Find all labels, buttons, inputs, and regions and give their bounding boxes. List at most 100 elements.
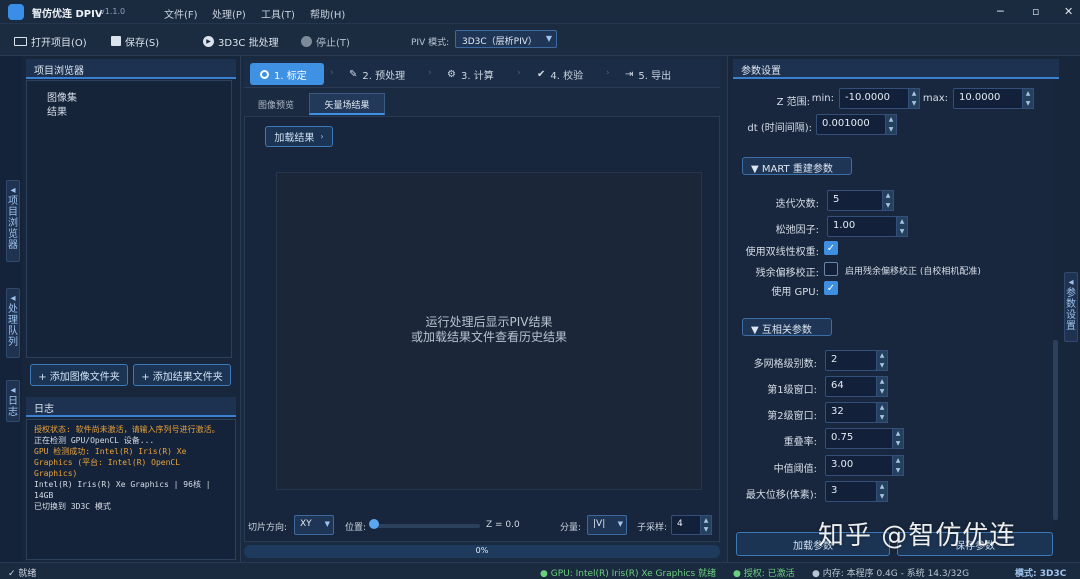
relaxation-label: 松弛因子: — [775, 225, 819, 236]
z-min-label: min: — [811, 93, 834, 104]
window2-label: 第2级窗口: — [767, 411, 817, 422]
iterations-spinner[interactable]: ▲ ▼ — [882, 190, 894, 211]
tab-project-browser[interactable]: ◂ 项目浏览器 — [6, 180, 20, 262]
stop-label: 停止(T) — [316, 37, 350, 49]
max-displacement-spinner[interactable]: ▲ ▼ — [876, 481, 888, 502]
subsample-spinner[interactable]: ▲ ▼ — [700, 515, 712, 535]
grid-levels-input[interactable]: 2 — [825, 350, 877, 371]
z-max-input[interactable]: 10.0000 — [953, 88, 1023, 109]
component-select[interactable]: |V| ▼ — [587, 515, 627, 535]
project-browser-title: 项目浏览器 — [26, 59, 236, 79]
dt-spinner[interactable]: ▲ ▼ — [885, 114, 897, 135]
gpu-checkbox[interactable]: ✓ — [824, 281, 838, 295]
log-line: Intel(R) Iris(R) Xe Graphics | 96核 | 14G… — [34, 480, 211, 500]
overlap-input[interactable]: 0.75 — [825, 428, 893, 449]
grid-levels-spinner[interactable]: ▲ ▼ — [876, 350, 888, 371]
z-min-input[interactable]: -10.0000 — [839, 88, 909, 109]
slice-direction-value: XY — [300, 519, 312, 529]
params-scrollbar[interactable] — [1053, 340, 1058, 520]
step-chevron-3: › — [517, 68, 521, 78]
step-export[interactable]: ⇥ 5. 导出 — [625, 64, 671, 84]
menu-help[interactable]: 帮助(H) — [310, 6, 345, 21]
save-label: 保存(S) — [125, 37, 160, 49]
placeholder-line-2: 或加载结果文件查看历史结果 — [410, 330, 567, 344]
tab-vector-results[interactable]: 矢量场结果 — [309, 93, 385, 115]
window2-spinner[interactable]: ▲ ▼ — [876, 402, 888, 423]
correlation-group-header[interactable]: ▼ 互相关参数 — [742, 318, 832, 336]
step-chevron-4: › — [606, 68, 610, 78]
median-threshold-input[interactable]: 3.00 — [825, 455, 893, 476]
add-result-folder-button[interactable]: + 添加结果文件夹 — [133, 364, 231, 386]
iterations-label: 迭代次数: — [775, 199, 819, 210]
load-result-button[interactable]: 加载结果 › — [265, 126, 333, 147]
app-title: 智仿优连 DPIV — [32, 9, 103, 20]
tab-image-preview[interactable]: 图像预览 — [246, 93, 306, 115]
tab-parameters[interactable]: ◂ 参数设置 — [1064, 272, 1078, 342]
median-threshold-spinner[interactable]: ▲ ▼ — [892, 455, 904, 476]
window1-input[interactable]: 64 — [825, 376, 877, 397]
step-validate[interactable]: ✔ 4. 校验 — [537, 64, 583, 84]
relaxation-spinner[interactable]: ▲ ▼ — [896, 216, 908, 237]
window1-spinner[interactable]: ▲ ▼ — [876, 376, 888, 397]
tab-log[interactable]: ◂ 日志 — [6, 380, 20, 422]
step-compute[interactable]: ⚙ 3. 计算 — [447, 64, 494, 84]
tree-item-results[interactable]: 结果 — [47, 103, 67, 118]
residual-label: 残余偏移校正: — [755, 268, 819, 279]
save-icon — [111, 36, 121, 46]
progress-text: 0% — [475, 546, 489, 555]
window2-input[interactable]: 32 — [825, 402, 877, 423]
minimize-button[interactable]: ─ — [997, 5, 1004, 18]
z-value: Z = 0.0 — [486, 520, 520, 530]
component-label: 分量: — [560, 523, 582, 533]
slice-direction-select[interactable]: XY ▼ — [294, 515, 334, 535]
tree-item-images[interactable]: 图像集 — [47, 89, 77, 104]
chevron-down-icon: ▼ — [324, 520, 330, 528]
piv-mode-select[interactable]: 3D3C（层析PIV） ▼ — [455, 30, 557, 48]
step-compute-label: 3. 计算 — [460, 70, 494, 82]
step-chevron-1: › — [330, 68, 334, 78]
residual-checkbox[interactable] — [824, 262, 838, 276]
overlap-label: 重叠率: — [783, 437, 817, 448]
result-canvas[interactable]: 运行处理后显示PIV结果 或加载结果文件查看历史结果 — [276, 172, 702, 490]
app-version: v1.1.0 — [100, 7, 126, 16]
open-project-button[interactable]: 打开项目(O) — [14, 33, 87, 49]
stop-icon — [301, 35, 312, 47]
step-preprocess-label: 2. 预处理 — [362, 70, 406, 82]
close-button[interactable]: ✕ — [1064, 5, 1073, 18]
overlap-spinner[interactable]: ▲ ▼ — [892, 428, 904, 449]
menu-file[interactable]: 文件(F) — [164, 6, 198, 21]
add-image-folder-button[interactable]: + 添加图像文件夹 — [30, 364, 128, 386]
step-chevron-2: › — [428, 68, 432, 78]
subsample-input[interactable]: 4 — [671, 515, 703, 535]
batch-process-button[interactable]: ▶ 3D3C 批处理 — [203, 33, 279, 49]
log-line: GPU 检测成功: Intel(R) Iris(R) Xe Graphics (… — [34, 447, 187, 478]
relaxation-input[interactable]: 1.00 — [827, 216, 897, 237]
mart-group-header[interactable]: ▼ MART 重建参数 — [742, 157, 852, 175]
step-preprocess[interactable]: ✎ 2. 预处理 — [349, 64, 405, 84]
progress-bar: 0% — [244, 545, 720, 558]
watermark: 知乎 @智仿优连 — [818, 521, 1017, 551]
bilinear-checkbox[interactable]: ✓ — [824, 241, 838, 255]
status-gpu: ● GPU: Intel(R) Iris(R) Xe Graphics 就绪 — [540, 569, 717, 579]
stop-button[interactable]: 停止(T) — [301, 33, 350, 49]
iterations-input[interactable]: 5 — [827, 190, 883, 211]
menu-tools[interactable]: 工具(T) — [261, 6, 295, 21]
max-displacement-input[interactable]: 3 — [825, 481, 877, 502]
menu-process[interactable]: 处理(P) — [212, 6, 246, 21]
maximize-button[interactable]: ▫ — [1032, 5, 1039, 18]
status-bar: ✓ 就绪 ● GPU: Intel(R) Iris(R) Xe Graphics… — [0, 562, 1080, 579]
piv-mode-value: 3D3C（层析PIV） — [462, 37, 537, 47]
z-min-spinner[interactable]: ▲ ▼ — [908, 88, 920, 109]
log-line: 授权状态: 软件尚未激活，请输入序列号进行激活。 — [34, 425, 220, 434]
position-slider-track[interactable] — [372, 524, 480, 528]
check-double-icon: ✔ — [537, 68, 546, 80]
tab-process-queue[interactable]: ◂ 处理队列 — [6, 288, 20, 358]
bilinear-label: 使用双线性权重: — [745, 247, 819, 258]
step-calibrate[interactable]: 1. 标定 — [260, 64, 307, 84]
status-mode: 模式: 3D3C — [1015, 569, 1067, 579]
position-slider-handle[interactable] — [369, 519, 379, 529]
project-tree[interactable]: 图像集 结果 — [26, 80, 232, 358]
save-button[interactable]: 保存(S) — [111, 33, 159, 49]
dt-input[interactable]: 0.001000 — [816, 114, 886, 135]
z-max-spinner[interactable]: ▲ ▼ — [1022, 88, 1034, 109]
